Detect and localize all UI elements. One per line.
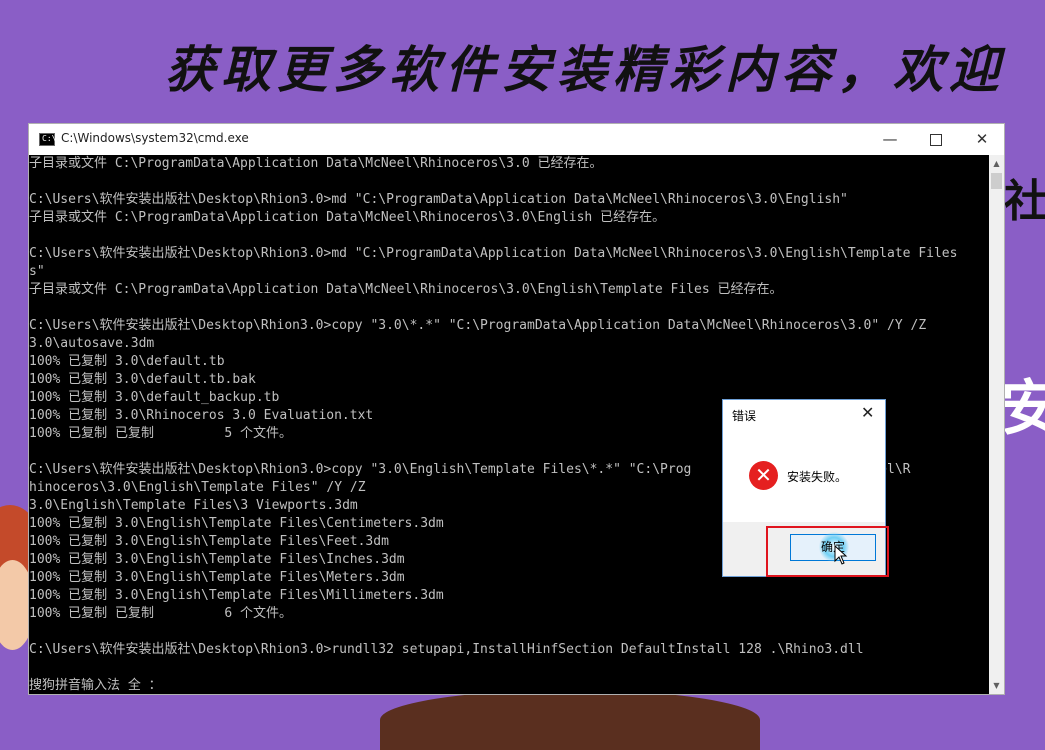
console-line: s" xyxy=(29,264,45,279)
scrollbar-thumb[interactable] xyxy=(991,173,1002,189)
dialog-title: 错误 xyxy=(732,409,757,423)
console-line: C:\Users\软件安装出版社\Desktop\Rhion3.0>md "C:… xyxy=(29,192,848,207)
console-line: 子目录或文件 C:\ProgramData\Application Data\M… xyxy=(29,156,603,171)
cmd-titlebar[interactable]: C:\ C:\Windows\system32\cmd.exe — ✕ xyxy=(29,124,1004,155)
scroll-up-icon[interactable]: ▲ xyxy=(989,155,1004,172)
vertical-scrollbar[interactable]: ▲ ▼ xyxy=(989,155,1004,694)
console-line: C:\Users\软件安装出版社\Desktop\Rhion3.0>copy "… xyxy=(29,318,927,333)
console-line: 搜狗拼音输入法 全 ： xyxy=(29,678,162,693)
dialog-close-button[interactable]: ✕ xyxy=(861,403,874,422)
console-line: C:\Users\软件安装出版社\Desktop\Rhion3.0>md "C:… xyxy=(29,246,958,261)
window-title: C:\Windows\system32\cmd.exe xyxy=(61,131,249,145)
maximize-button[interactable] xyxy=(913,124,959,155)
side-glyph-top: 社 xyxy=(1004,176,1045,227)
mouse-cursor-icon xyxy=(834,545,848,565)
annotation-highlight-box xyxy=(766,526,889,577)
scroll-down-icon[interactable]: ▼ xyxy=(989,677,1004,694)
console-line: 3.0\autosave.3dm xyxy=(29,336,155,351)
cmd-icon: C:\ xyxy=(39,133,56,146)
side-glyph-bottom: 安 xyxy=(1000,374,1045,444)
maximize-icon xyxy=(930,133,942,146)
console-line: 100% 已复制 3.0\English\Template Files\Mill… xyxy=(29,588,444,603)
console-line: 子目录或文件 C:\ProgramData\Application Data\M… xyxy=(29,282,783,297)
console-line: 100% 已复制 3.0\default.tb.bak xyxy=(29,372,256,387)
error-icon: ✕ xyxy=(749,461,778,490)
banner-text: 获取更多软件安装精彩内容，欢迎 xyxy=(165,40,1005,99)
minimize-button[interactable]: — xyxy=(867,124,913,155)
console-line: 100% 已复制 已复制 6 个文件。 xyxy=(29,606,293,621)
console-line: 子目录或文件 C:\ProgramData\Application Data\M… xyxy=(29,210,666,225)
close-button[interactable]: ✕ xyxy=(959,124,1005,155)
cartoon-bottom-decoration xyxy=(380,690,760,750)
console-line: C:\Users\软件安装出版社\Desktop\Rhion3.0>rundll… xyxy=(29,642,864,657)
dialog-message: 安装失败。 xyxy=(787,470,848,484)
console-line: 100% 已复制 3.0\default.tb xyxy=(29,354,225,369)
